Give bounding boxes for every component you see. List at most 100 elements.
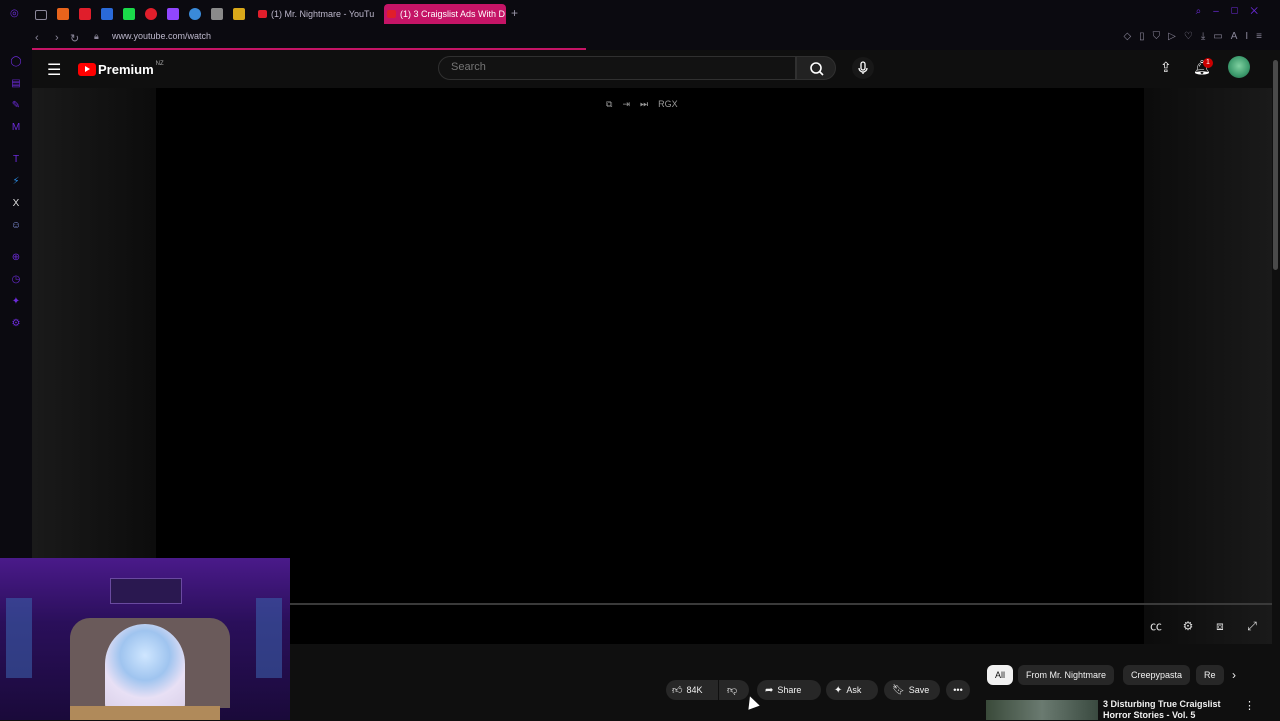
popout-icon[interactable]: ⧉ (606, 99, 612, 110)
menu-icon[interactable]: ≡ (1256, 31, 1270, 42)
pinned-tab-icon[interactable] (189, 8, 201, 20)
chip-from-mr-nightmare[interactable]: From Mr. Nightmare (1018, 665, 1115, 685)
pinned-tab-icon[interactable] (57, 8, 69, 20)
play-icon[interactable]: ▷ (1168, 31, 1184, 42)
shield-icon[interactable]: ⛉ (1153, 31, 1169, 42)
chip-creepypasta[interactable]: Creepypasta (1123, 665, 1191, 685)
url-field[interactable]: www.youtube.com/watch (112, 31, 211, 41)
sidebar-teams-icon[interactable]: T (10, 154, 22, 166)
chip-partial[interactable]: Re (1196, 665, 1224, 685)
lock-icon[interactable]: 🔒︎ (94, 31, 99, 42)
microphone-icon (858, 61, 868, 74)
tab-mr-nightmare[interactable]: (1) Mr. Nightmare - YouTu (255, 4, 375, 24)
wallet-icon[interactable]: ▭ (1213, 31, 1230, 42)
rgx-button[interactable]: RGX (658, 99, 678, 109)
pinned-tab-icon[interactable] (145, 8, 157, 20)
more-actions-button[interactable]: ••• (946, 680, 970, 700)
thumbs-up-icon: 👍︎ (672, 685, 683, 696)
more-horizontal-icon: ••• (953, 685, 963, 695)
reader-icon[interactable]: ▯ (1139, 31, 1153, 42)
sidebar-notes-icon[interactable]: ✎ (10, 100, 22, 112)
sidebar-settings-icon[interactable]: ⚙ (10, 318, 22, 330)
account-avatar[interactable] (1228, 56, 1250, 78)
fullscreen-icon[interactable]: ⤢ (1236, 619, 1268, 634)
pinned-tab-icon[interactable] (35, 10, 47, 20)
video-player[interactable] (156, 88, 1144, 644)
bookmark-save-icon: 🔖︎ (892, 685, 905, 696)
recommended-video-thumbnail[interactable] (986, 700, 1098, 720)
pinned-tab-icon[interactable] (233, 8, 245, 20)
sidebar-mail-icon[interactable]: M (10, 122, 22, 134)
ask-button[interactable]: ✦ Ask (826, 680, 878, 700)
video-extension-tools: ⧉ ⇥ ⏭︎ RGX (606, 99, 688, 110)
search-input[interactable] (449, 60, 783, 74)
save-label: Save (908, 685, 930, 695)
pinned-tab-icon[interactable] (101, 8, 113, 20)
sidebar-bookmarks-icon[interactable]: ▤ (10, 78, 22, 90)
sidebar-discord-icon[interactable]: ☺ (10, 220, 22, 232)
maximize-icon[interactable]: ▢ (1231, 6, 1251, 17)
overlay-desk (70, 706, 220, 720)
tab-craigslist-ads[interactable]: (1) 3 Craigslist Ads With D (384, 4, 506, 24)
miniplayer-icon[interactable]: ⧈ (1204, 619, 1236, 634)
pinned-tab-icon[interactable] (167, 8, 179, 20)
thumbs-down-icon: 👎︎ (727, 685, 738, 696)
skip-icon[interactable]: ⏭︎ (640, 99, 648, 110)
ai-button[interactable]: AI (1231, 31, 1256, 42)
sidebar-messenger-icon[interactable]: ⚡︎ (10, 176, 22, 188)
create-upload-icon[interactable]: ⇪ (1160, 59, 1172, 76)
pinned-tab-icon[interactable] (79, 8, 91, 20)
chip-all[interactable]: All (987, 665, 1014, 685)
minimize-icon[interactable]: – (1213, 6, 1231, 17)
forward-icon[interactable]: › (55, 32, 59, 44)
search-icon (810, 62, 824, 76)
youtube-favicon-icon (387, 10, 396, 18)
back-icon[interactable]: ‹ (35, 32, 39, 44)
sidebar-history-icon[interactable]: ◷ (10, 274, 22, 286)
scrollbar-thumb[interactable] (1273, 60, 1278, 270)
settings-gear-icon[interactable]: ⚙ (1172, 619, 1204, 633)
hamburger-menu-icon[interactable]: ☰ (47, 60, 61, 80)
search-button[interactable] (796, 56, 836, 80)
sidebar-x-icon[interactable]: X (10, 198, 22, 210)
youtube-premium-logo[interactable]: Premium NZ (78, 61, 164, 79)
logo-text: Premium (98, 62, 154, 78)
browser-menu-icon[interactable]: ◎ (10, 8, 22, 20)
sidebar-add-icon[interactable]: ⊕ (10, 252, 22, 264)
sidebar-extensions-icon[interactable]: ✦ (10, 296, 22, 308)
new-tab-plus-icon[interactable]: + (511, 6, 518, 20)
youtube-favicon-icon (258, 10, 267, 18)
search-tabs-icon[interactable]: ⌕ (1196, 6, 1214, 17)
like-button[interactable]: 👍︎ 84K (666, 680, 718, 700)
close-icon[interactable]: ✕ (1250, 6, 1270, 17)
tab-label: (1) Mr. Nightmare - YouTu (271, 9, 375, 19)
browser-tab-bar: ◎ (1) Mr. Nightmare - YouTu (1) 3 Craigs… (0, 0, 1280, 29)
recommended-video-title[interactable]: 3 Disturbing True Craigslist Horror Stor… (1103, 699, 1227, 721)
reload-icon[interactable]: ↻ (70, 32, 79, 45)
enter-icon[interactable]: ⇥ (622, 99, 630, 110)
like-count: 84K (686, 685, 703, 695)
video-progress-bar[interactable] (290, 603, 1272, 605)
sparkle-icon: ✦ (834, 685, 843, 696)
voice-search-button[interactable] (852, 57, 874, 79)
captions-icon[interactable]: ㏄ (1140, 617, 1172, 634)
mouse-cursor (744, 694, 760, 710)
save-button[interactable]: 🔖︎ Save (884, 680, 940, 700)
share-button[interactable]: ➦ Share (757, 680, 821, 700)
youtube-play-icon (78, 63, 96, 77)
ask-label: Ask (846, 685, 862, 695)
country-code: NZ (155, 61, 164, 67)
window-controls: ⌕–▢✕ (1196, 6, 1270, 17)
vtuber-avatar (105, 624, 185, 714)
sidebar-home-icon[interactable]: ◯ (10, 56, 22, 68)
bookmark-icon[interactable]: ◇ (1123, 31, 1139, 42)
heart-icon[interactable]: ♡ (1184, 31, 1201, 42)
extension-toolbar: ◇▯⛉▷♡⤓▭AI≡ (1123, 31, 1270, 42)
notification-count-badge: 1 (1203, 58, 1213, 68)
download-icon[interactable]: ⤓ (1201, 31, 1213, 42)
chevron-right-icon[interactable]: › (1232, 668, 1236, 682)
share-icon: ➦ (765, 685, 774, 696)
pinned-tab-icon[interactable] (211, 8, 223, 20)
more-vertical-icon[interactable]: ⋮ (1244, 699, 1255, 712)
pinned-tab-icon[interactable] (123, 8, 135, 20)
